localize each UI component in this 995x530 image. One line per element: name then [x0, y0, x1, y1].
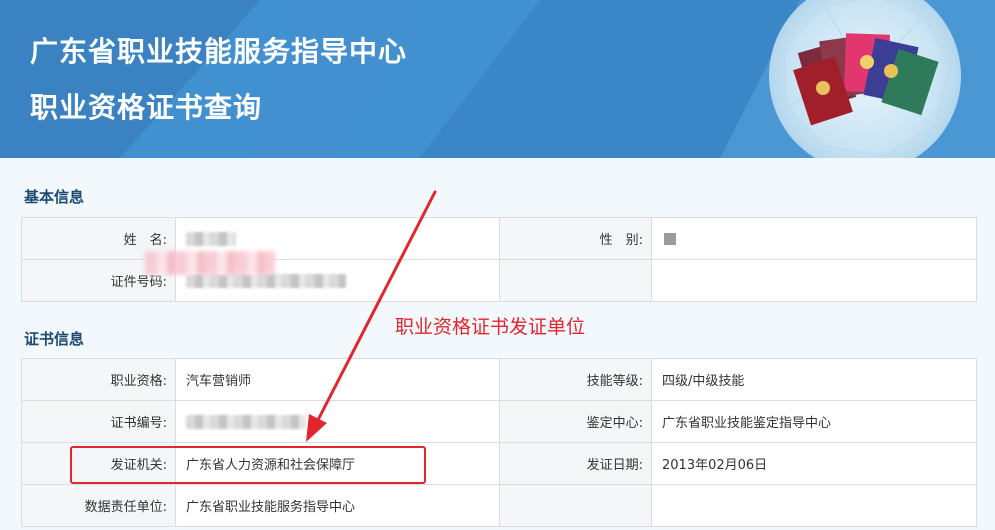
- appraisal-center-label: 鉴定中心:: [499, 400, 652, 443]
- issuing-authority-label: 发证机关:: [21, 442, 176, 485]
- redaction-smudge: [145, 251, 275, 275]
- empty-label: [499, 484, 652, 527]
- table-row: 证书编号: 鉴定中心: 广东省职业技能鉴定指导中心: [21, 400, 977, 443]
- redacted-id-number: [186, 273, 346, 288]
- skill-level-value: 四级/中级技能: [651, 358, 977, 401]
- table-row: 发证机关: 广东省人力资源和社会保障厅 发证日期: 2013年02月06日: [21, 442, 977, 485]
- cert-number-label: 证书编号:: [21, 400, 176, 443]
- occupation-label: 职业资格:: [21, 358, 176, 401]
- empty-label: [499, 259, 652, 302]
- redacted-cert-number: [186, 414, 306, 429]
- table-row: 职业资格: 汽车营销师 技能等级: 四级/中级技能: [21, 358, 977, 401]
- data-responsible-unit-value: 广东省职业技能服务指导中心: [175, 484, 500, 527]
- issue-date-value: 2013年02月06日: [651, 442, 977, 485]
- issue-date-label: 发证日期:: [499, 442, 652, 485]
- cert-info-table: 职业资格: 汽车营销师 技能等级: 四级/中级技能 证书编号: 鉴定中心: 广东…: [21, 358, 977, 527]
- redacted-gender: [664, 232, 676, 245]
- data-responsible-unit-label: 数据责任单位:: [21, 484, 176, 527]
- issuing-authority-value: 广东省人力资源和社会保障厅: [175, 442, 500, 485]
- annotation-label: 职业资格证书发证单位: [395, 316, 586, 338]
- section-title-cert-info: 证书信息: [24, 330, 85, 348]
- skill-level-label: 技能等级:: [499, 358, 652, 401]
- banner-title-org: 广东省职业技能服务指导中心: [30, 35, 408, 68]
- occupation-value: 汽车营销师: [175, 358, 500, 401]
- gender-label: 性 别:: [499, 217, 652, 260]
- gender-value: [651, 217, 977, 260]
- empty-value: [651, 484, 977, 527]
- appraisal-center-value: 广东省职业技能鉴定指导中心: [651, 400, 977, 443]
- cert-number-value: [175, 400, 500, 443]
- redacted-name: [186, 231, 236, 246]
- header-banner: 广东省职业技能服务指导中心 职业资格证书查询: [0, 0, 995, 158]
- banner-title-query: 职业资格证书查询: [30, 91, 263, 124]
- table-row: 数据责任单位: 广东省职业技能服务指导中心: [21, 484, 977, 527]
- section-title-basic-info: 基本信息: [24, 188, 85, 206]
- certificate-globe-illustration: [769, 0, 961, 158]
- empty-value: [651, 259, 977, 302]
